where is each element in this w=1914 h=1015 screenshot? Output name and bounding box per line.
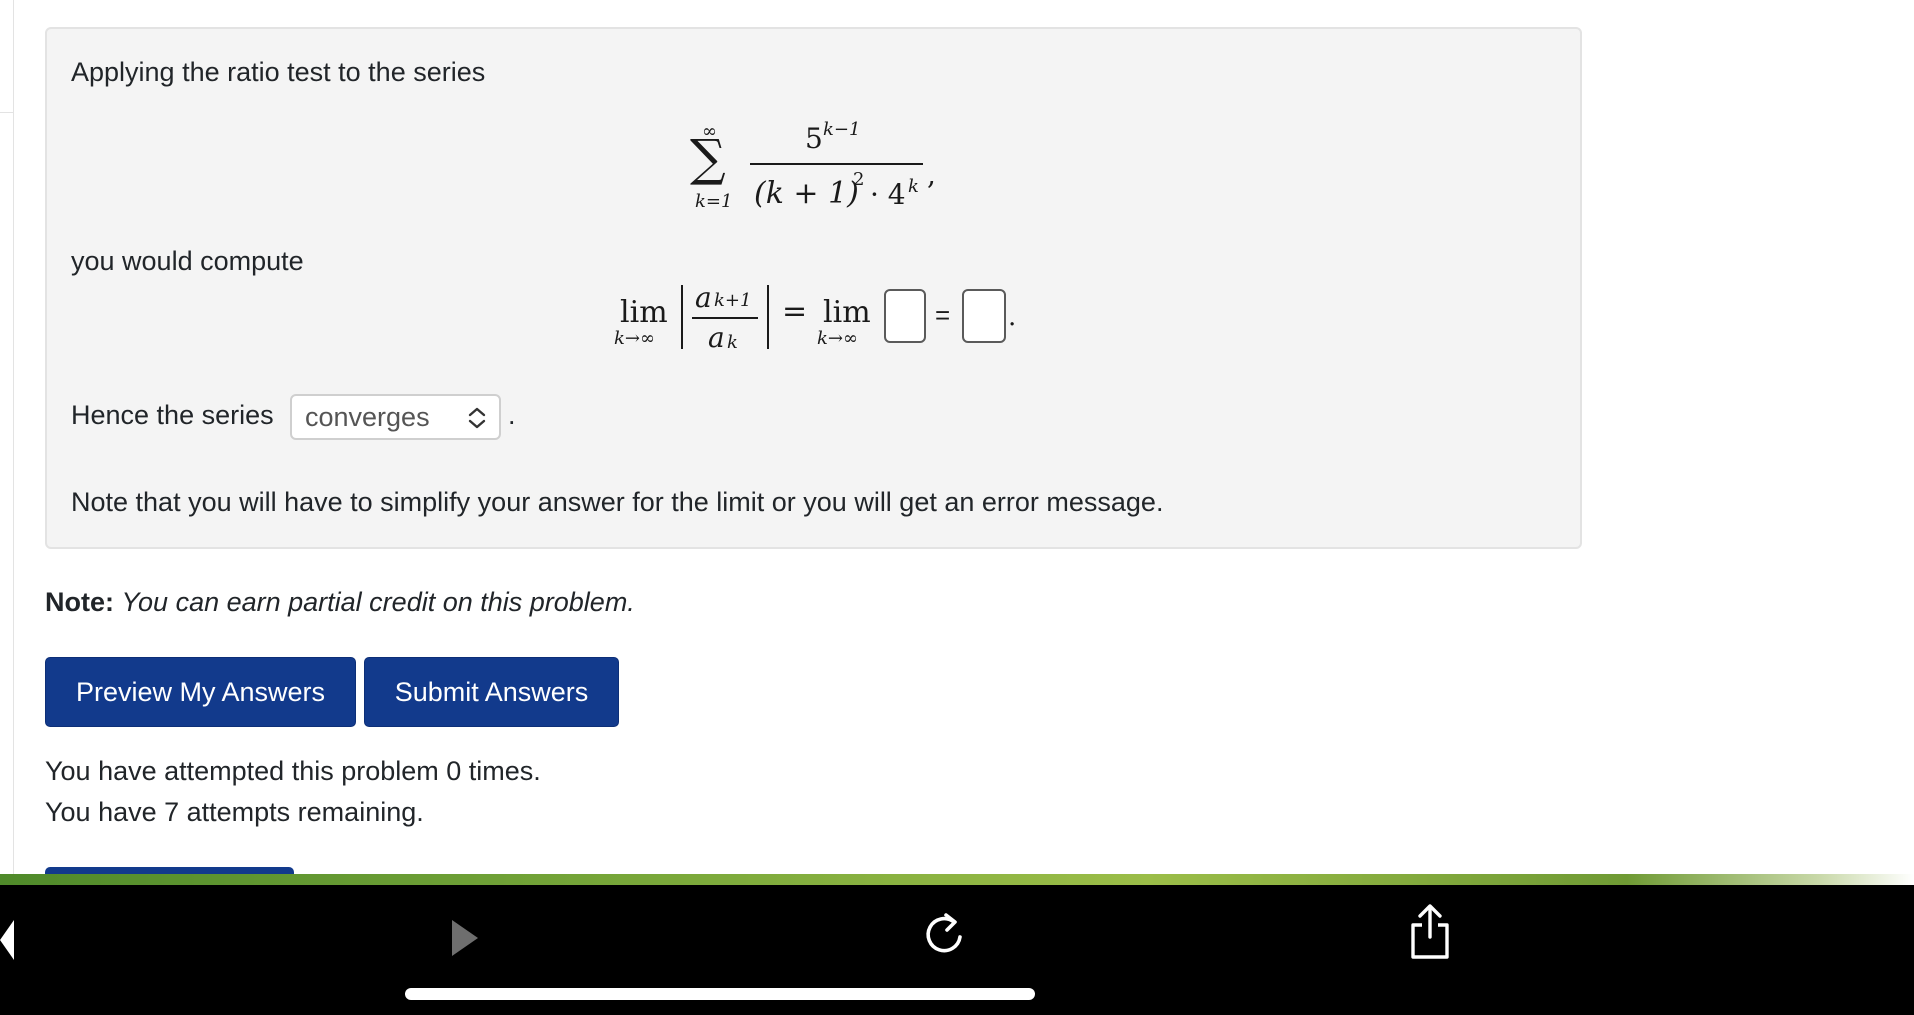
simplify-note: Note that you will have to simplify your… — [71, 487, 1164, 517]
limit-period: . — [1008, 302, 1017, 332]
ratio-numerator-sub: k+1 — [714, 290, 752, 311]
answer-equals: = — [935, 300, 951, 330]
limit2-lim: lim — [823, 295, 871, 330]
denominator-square: 2 — [853, 169, 865, 190]
sum-lower-limit: k=1 — [695, 191, 733, 212]
attempts-made-text: You have attempted this problem 0 times. — [45, 756, 541, 786]
limit-lim: lim — [620, 295, 668, 330]
preview-answers-button[interactable]: Preview My Answers — [45, 657, 356, 727]
hence-text: Hence the series — [71, 400, 274, 430]
limit-value-input[interactable] — [962, 289, 1006, 343]
hence-period: . — [508, 400, 516, 430]
ratio-denominator-sub: k — [727, 332, 738, 353]
numerator-exponent: k−1 — [823, 119, 861, 140]
convergence-select-value: converges — [305, 402, 430, 432]
denominator-four: · 4 — [870, 178, 906, 211]
problem-panel — [45, 27, 1582, 549]
limit-expression-input[interactable] — [884, 289, 926, 343]
series-comma: , — [927, 158, 936, 191]
fraction-bar — [750, 163, 923, 165]
ratio-denominator: a — [708, 321, 725, 354]
problem-intro-text: Applying the ratio test to the series — [71, 57, 486, 87]
home-indicator — [405, 988, 1035, 1000]
note-text: You can earn partial credit on this prob… — [121, 587, 635, 617]
limit2-subscript: k→∞ — [817, 328, 858, 349]
page-footer-strip — [0, 874, 1914, 885]
reload-icon[interactable] — [920, 907, 968, 961]
abs-bar-right — [767, 285, 769, 349]
submit-answers-button[interactable]: Submit Answers — [364, 657, 619, 727]
limit-subscript: k→∞ — [614, 328, 655, 349]
limit-equals: = — [782, 294, 808, 329]
ratio-fraction-bar — [692, 317, 758, 319]
partial-credit-note: Note: You can earn partial credit on thi… — [45, 587, 635, 618]
share-icon[interactable] — [1406, 901, 1454, 961]
attempts-remaining-text: You have 7 attempts remaining. — [45, 797, 424, 827]
back-icon[interactable] — [0, 915, 18, 965]
denominator-exponent: k — [908, 176, 919, 197]
ratio-numerator: a — [695, 281, 712, 314]
sidebar-edge — [0, 0, 14, 875]
sidebar-edge-divider — [0, 112, 13, 121]
forward-icon[interactable] — [448, 915, 482, 961]
numerator-base: 5 — [805, 122, 823, 155]
note-label: Note: — [45, 587, 114, 617]
abs-bar-left — [681, 285, 683, 349]
denominator-base: (k + 1) — [754, 176, 859, 211]
compute-text: you would compute — [71, 246, 304, 276]
convergence-select[interactable]: converges — [290, 394, 501, 440]
select-updown-icon — [468, 407, 486, 429]
sum-sigma: ∑ — [690, 129, 726, 187]
